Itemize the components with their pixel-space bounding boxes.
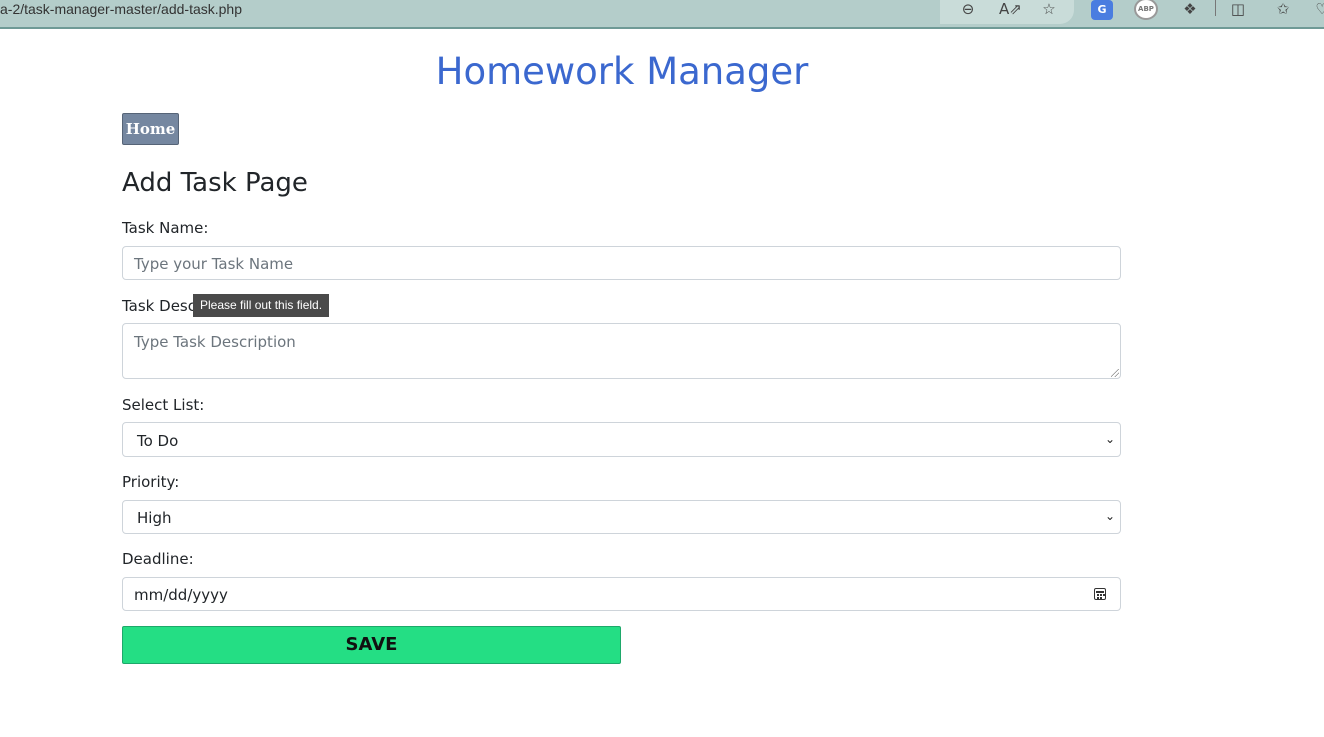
adblock-extension-icon[interactable]: ABP (1134, 0, 1158, 20)
browser-essentials-icon[interactable]: ♡ (1312, 0, 1324, 18)
deadline-placeholder: mm/dd/yyyy (134, 586, 228, 604)
chevron-down-icon: ⌄ (1104, 432, 1116, 446)
task-description-label: Task Desc (122, 297, 196, 315)
deadline-label: Deadline: (122, 550, 194, 568)
priority-label: Priority: (122, 473, 180, 491)
list-select[interactable]: To Do ⌄ (122, 422, 1121, 457)
priority-select[interactable]: High ⌄ (122, 500, 1121, 534)
select-list-label: Select List: (122, 396, 205, 414)
save-button[interactable]: SAVE (122, 626, 621, 664)
address-bar-url[interactable]: a-2/task-manager-master/add-task.php (0, 0, 242, 18)
task-name-label: Task Name: (122, 219, 209, 237)
resize-grip-icon[interactable] (1111, 369, 1119, 377)
split-screen-icon[interactable]: ◫ (1228, 0, 1248, 18)
calendar-icon[interactable] (1094, 588, 1106, 600)
translate-extension-icon[interactable]: G (1091, 0, 1113, 20)
chevron-down-icon: ⌄ (1104, 509, 1116, 523)
task-name-placeholder: Type your Task Name (134, 255, 294, 273)
task-description-placeholder: Type Task Description (134, 333, 296, 351)
validation-tooltip: Please fill out this field. (193, 294, 330, 317)
read-aloud-icon[interactable]: A⇗ (999, 0, 1022, 18)
favorites-list-icon[interactable]: ✩ (1273, 0, 1293, 18)
page-title: Homework Manager (435, 50, 809, 93)
section-heading: Add Task Page (122, 168, 308, 198)
zoom-out-icon[interactable]: ⊖ (958, 0, 978, 18)
priority-select-value: High (137, 509, 172, 527)
task-description-textarea[interactable]: Type Task Description (122, 323, 1121, 379)
task-name-input[interactable]: Type your Task Name (122, 246, 1121, 280)
browser-toolbar: a-2/task-manager-master/add-task.php ⊖ A… (0, 0, 1324, 29)
list-select-value: To Do (137, 432, 179, 450)
deadline-date-input[interactable]: mm/dd/yyyy (122, 577, 1121, 611)
toolbar-divider (1215, 0, 1216, 16)
home-button[interactable]: Home (122, 113, 179, 145)
extensions-puzzle-icon[interactable]: ❖ (1180, 0, 1200, 18)
favorite-star-icon[interactable]: ☆ (1039, 0, 1059, 18)
